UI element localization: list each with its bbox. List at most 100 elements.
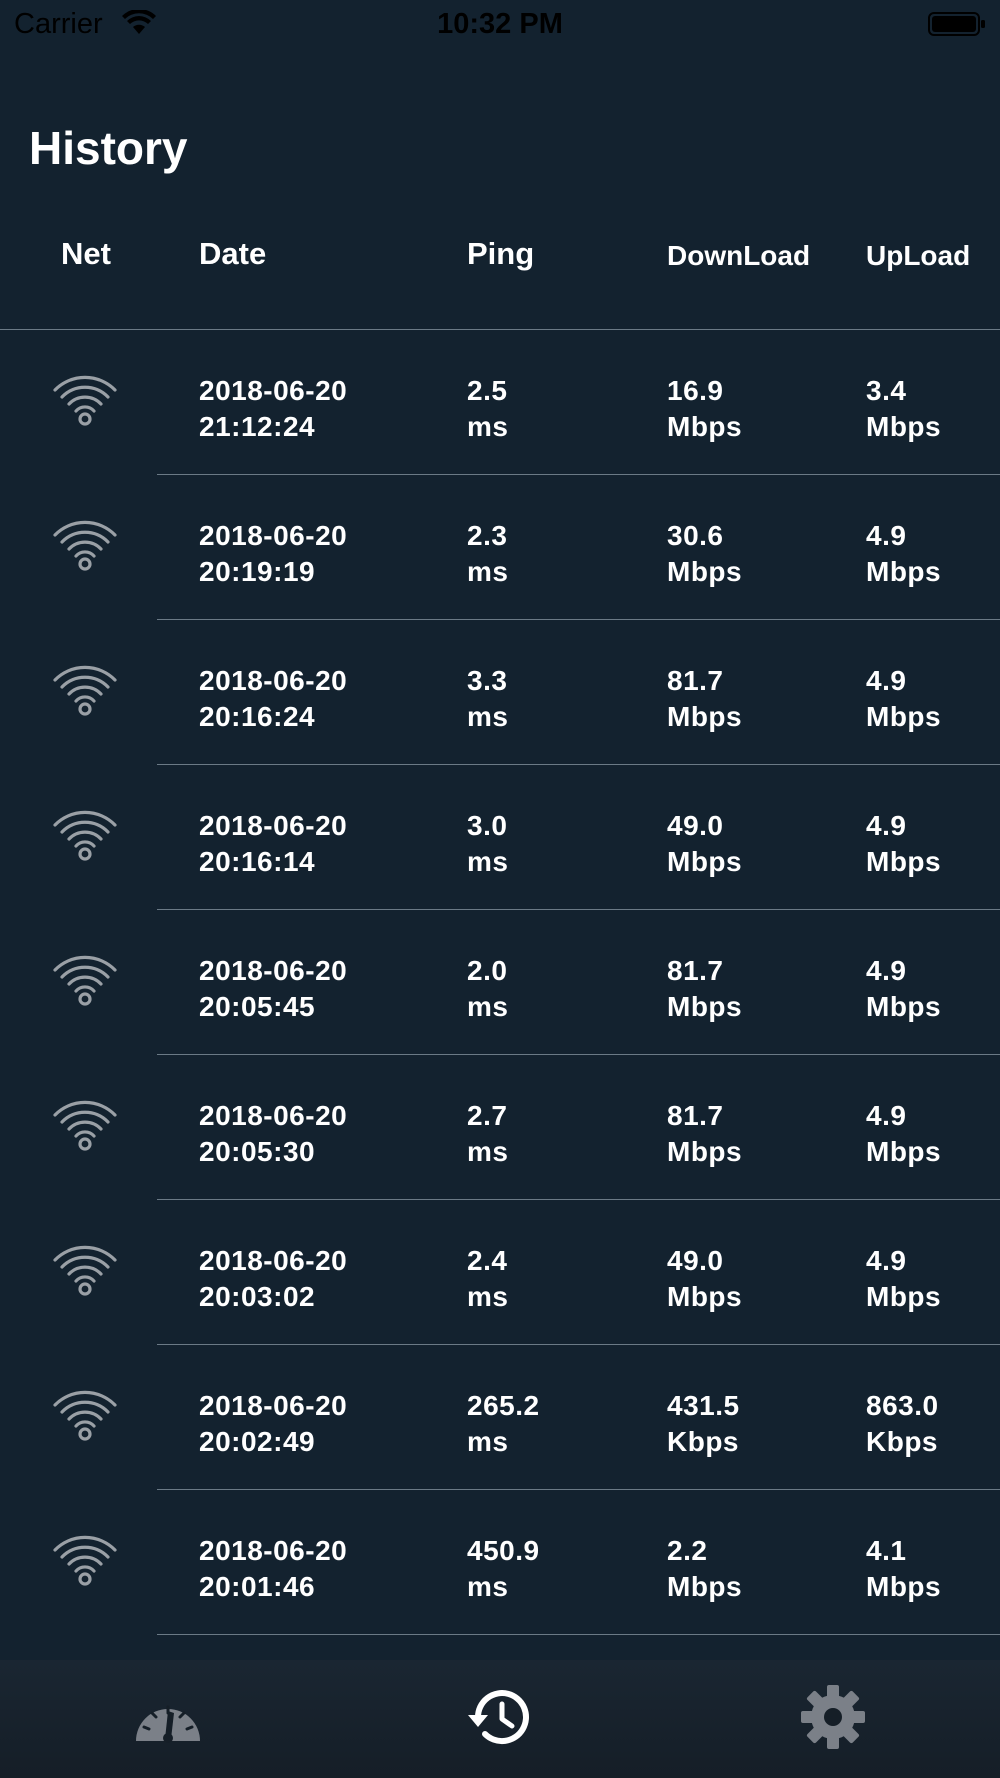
upload-cell: 4.1 Mbps: [866, 1533, 941, 1605]
download-cell: 81.7 Mbps: [667, 1098, 742, 1170]
wifi-icon: [53, 1100, 117, 1151]
history-row[interactable]: 2018-06-20 20:19:19 2.3 ms 30.6 Mbps 4.9…: [0, 475, 1000, 620]
ping-cell: 2.4 ms: [467, 1243, 508, 1315]
download-unit: Mbps: [667, 411, 743, 442]
date-cell: 2018-06-20 20:05:45: [199, 953, 347, 1025]
download-cell: 431.5 Kbps: [667, 1388, 740, 1460]
history-row[interactable]: 2018-06-20 20:16:24 3.3 ms 81.7 Mbps 4.9…: [0, 620, 1000, 765]
upload-unit: Mbps: [866, 846, 942, 877]
time-value: 20:19:19: [199, 556, 316, 587]
history-row[interactable]: 2018-06-20 20:05:45 2.0 ms 81.7 Mbps 4.9…: [0, 910, 1000, 1055]
date-value: 2018-06-20: [199, 955, 348, 986]
download-unit: Kbps: [667, 1426, 739, 1457]
battery-icon: [928, 12, 985, 36]
upload-cell: 4.9 Mbps: [866, 518, 941, 590]
date-cell: 2018-06-20 20:02:49: [199, 1388, 347, 1460]
download-unit: Mbps: [667, 701, 743, 732]
wifi-icon: [53, 1390, 117, 1441]
ping-unit: ms: [467, 701, 509, 732]
time-value: 20:16:14: [199, 846, 316, 877]
tab-speed-test[interactable]: [88, 1672, 248, 1762]
ping-unit: ms: [467, 991, 509, 1022]
upload-unit: Mbps: [866, 556, 942, 587]
download-unit: Mbps: [667, 846, 743, 877]
history-icon: [468, 1690, 529, 1745]
ping-cell: 2.3 ms: [467, 518, 508, 590]
column-header-ping: Ping: [467, 236, 535, 271]
wifi-icon: [53, 1245, 117, 1296]
ping-cell: 3.0 ms: [467, 808, 508, 880]
wifi-icon: [53, 665, 117, 716]
download-unit: Mbps: [667, 1571, 743, 1602]
wifi-icon: [53, 375, 117, 426]
upload-unit: Mbps: [866, 1571, 942, 1602]
download-cell: 49.0 Mbps: [667, 1243, 742, 1315]
wifi-icon: [53, 1535, 117, 1586]
ping-cell: 2.0 ms: [467, 953, 508, 1025]
download-value: 431.5: [667, 1390, 740, 1421]
history-row[interactable]: 2018-06-20 20:05:30 2.7 ms 81.7 Mbps 4.9…: [0, 1055, 1000, 1200]
time-value: 20:16:24: [199, 701, 316, 732]
upload-unit: Mbps: [866, 1281, 942, 1312]
date-value: 2018-06-20: [199, 520, 348, 551]
upload-unit: Mbps: [866, 701, 942, 732]
speedometer-icon: [136, 1705, 200, 1743]
ping-unit: ms: [467, 1426, 509, 1457]
ping-unit: ms: [467, 1571, 509, 1602]
date-value: 2018-06-20: [199, 375, 348, 406]
row-divider: [157, 1634, 1000, 1635]
upload-cell: 4.9 Mbps: [866, 1098, 941, 1170]
ping-value: 2.3: [467, 520, 508, 551]
download-unit: Mbps: [667, 1281, 743, 1312]
wifi-icon: [53, 520, 117, 571]
history-row[interactable]: 2018-06-20 20:02:49 265.2 ms 431.5 Kbps …: [0, 1345, 1000, 1490]
tab-bar: [0, 1660, 1000, 1778]
upload-cell: 4.9 Mbps: [866, 663, 941, 735]
date-value: 2018-06-20: [199, 810, 348, 841]
status-bar: Carrier 10:32 PM: [0, 0, 1000, 50]
download-value: 49.0: [667, 810, 724, 841]
ping-value: 3.0: [467, 810, 508, 841]
gear-icon: [801, 1685, 865, 1749]
download-cell: 2.2 Mbps: [667, 1533, 742, 1605]
history-row[interactable]: 2018-06-20 21:12:24 2.5 ms 16.9 Mbps 3.4…: [0, 330, 1000, 475]
download-value: 81.7: [667, 665, 724, 696]
time-value: 20:05:45: [199, 991, 316, 1022]
tab-settings[interactable]: [753, 1672, 913, 1762]
download-cell: 16.9 Mbps: [667, 373, 742, 445]
upload-cell: 4.9 Mbps: [866, 1243, 941, 1315]
upload-unit: Mbps: [866, 1136, 942, 1167]
download-cell: 81.7 Mbps: [667, 953, 742, 1025]
ping-unit: ms: [467, 1136, 509, 1167]
history-row[interactable]: 2018-06-20 20:01:46 450.9 ms 2.2 Mbps 4.…: [0, 1490, 1000, 1635]
download-value: 16.9: [667, 375, 724, 406]
upload-value: 4.9: [866, 1245, 907, 1276]
column-header-net: Net: [61, 236, 111, 271]
date-value: 2018-06-20: [199, 665, 348, 696]
download-value: 81.7: [667, 1100, 724, 1131]
wifi-icon: [53, 810, 117, 861]
history-list[interactable]: 2018-06-20 21:12:24 2.5 ms 16.9 Mbps 3.4…: [0, 330, 1000, 1635]
upload-value: 3.4: [866, 375, 907, 406]
ping-unit: ms: [467, 846, 509, 877]
upload-value: 863.0: [866, 1390, 939, 1421]
ping-unit: ms: [467, 556, 509, 587]
upload-unit: Mbps: [866, 411, 942, 442]
download-unit: Mbps: [667, 1136, 743, 1167]
ping-unit: ms: [467, 1281, 509, 1312]
column-header-download: DownLoad: [667, 240, 811, 271]
time-value: 20:05:30: [199, 1136, 316, 1167]
ping-cell: 265.2 ms: [467, 1388, 540, 1460]
upload-value: 4.9: [866, 955, 907, 986]
ping-value: 2.5: [467, 375, 508, 406]
wifi-icon: [53, 955, 117, 1006]
time-value: 21:12:24: [199, 411, 316, 442]
upload-unit: Mbps: [866, 991, 942, 1022]
download-cell: 81.7 Mbps: [667, 663, 742, 735]
tab-history[interactable]: [420, 1672, 580, 1762]
upload-value: 4.9: [866, 1100, 907, 1131]
history-row[interactable]: 2018-06-20 20:03:02 2.4 ms 49.0 Mbps 4.9…: [0, 1200, 1000, 1345]
column-header-upload: UpLoad: [866, 240, 971, 271]
ping-value: 2.4: [467, 1245, 508, 1276]
history-row[interactable]: 2018-06-20 20:16:14 3.0 ms 49.0 Mbps 4.9…: [0, 765, 1000, 910]
